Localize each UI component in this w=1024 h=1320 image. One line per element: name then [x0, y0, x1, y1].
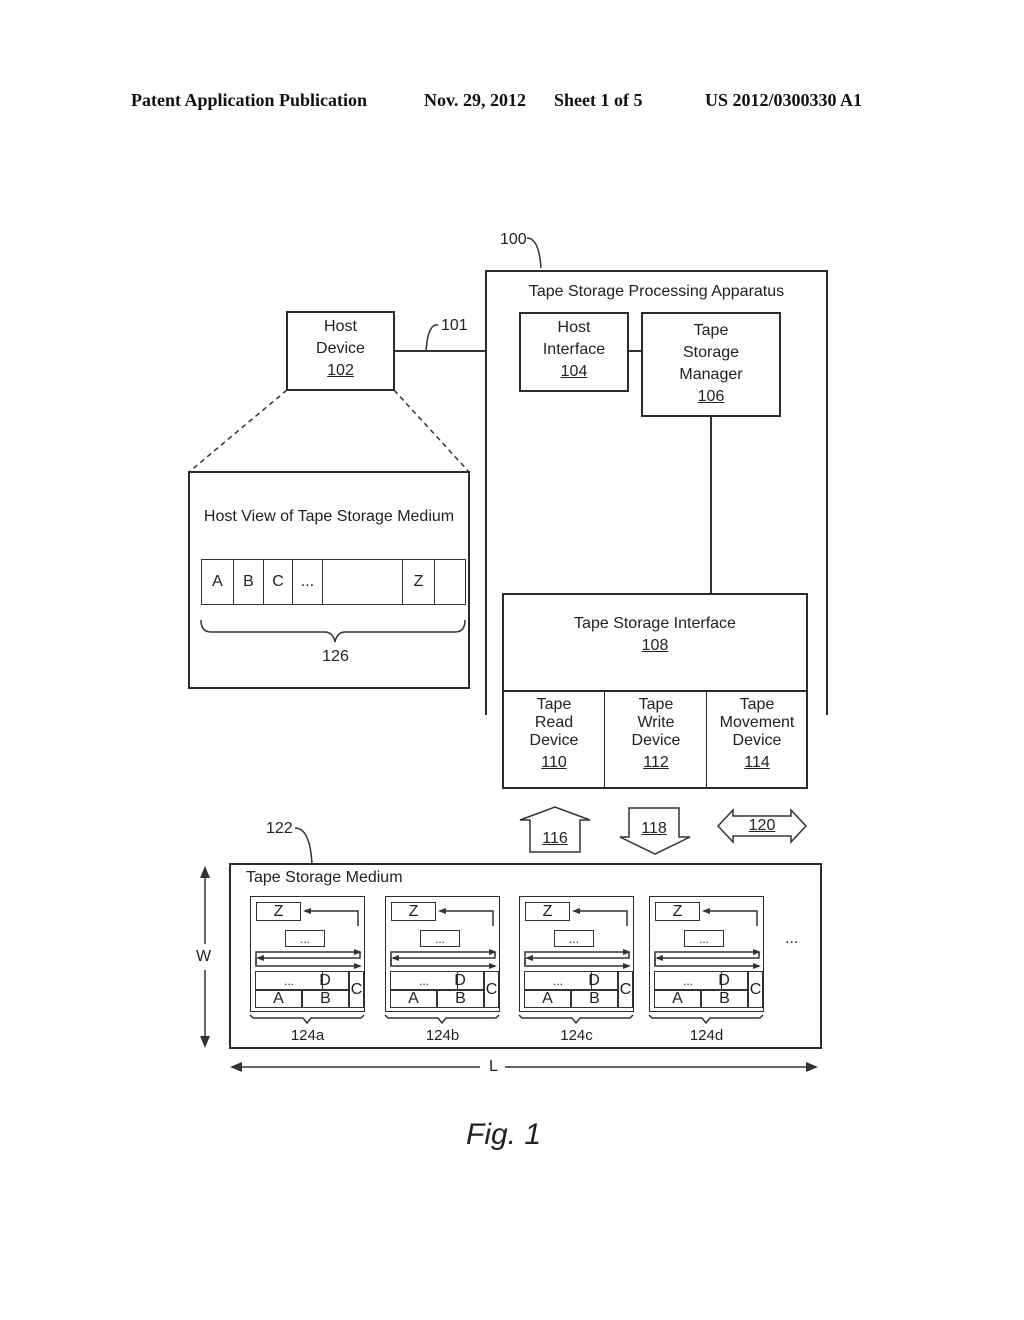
write-line2: Write	[637, 714, 675, 731]
device-divider-1	[604, 690, 605, 789]
write-line3: Device	[631, 732, 681, 749]
tsm-line2: Storage	[682, 344, 740, 361]
move-line1: Tape	[739, 696, 775, 713]
width-arrowhead-up	[200, 866, 210, 878]
host-view-cell	[434, 559, 466, 605]
ref-100: 100	[500, 231, 527, 248]
host-view-title: Host View of Tape Storage Medium	[203, 508, 455, 525]
tsm-ref: 106	[697, 388, 725, 405]
tape-write-device: Tape Write Device 112	[606, 696, 706, 772]
host-device-line2: Device	[316, 340, 365, 357]
segment-block-b: B	[302, 990, 349, 1008]
ref-120: 120	[748, 817, 776, 834]
segment-block-z: Z	[525, 902, 570, 921]
segment-block-a: A	[390, 990, 437, 1008]
segment-block-c: C	[349, 971, 364, 1008]
segment-block-ellipsis: ...	[420, 930, 460, 947]
tape-movement-device: Tape Movement Device 114	[707, 696, 807, 772]
segment-ref: 124a	[290, 1027, 325, 1044]
tape-storage-manager-label: Tape Storage Manager 106	[641, 320, 781, 408]
leader-122	[294, 827, 313, 865]
length-arrowhead-right	[806, 1062, 818, 1072]
segment-block-b: B	[571, 990, 618, 1008]
tape-storage-medium-title: Tape Storage Medium	[246, 869, 403, 886]
segment-block-z: Z	[391, 902, 436, 921]
move-line3: Device	[732, 732, 782, 749]
host-interface-label: Host Interface 104	[519, 317, 629, 383]
segment-block-c: C	[748, 971, 763, 1008]
tsm-line1: Tape	[693, 322, 729, 339]
segment-ref: 124b	[425, 1027, 460, 1044]
segment-block-a: A	[524, 990, 571, 1008]
zoom-line-left	[188, 389, 288, 473]
ref-101: 101	[441, 317, 468, 334]
apparatus-title: Tape Storage Processing Apparatus	[528, 283, 785, 300]
host-view-cell: C	[263, 559, 293, 605]
segment-block-d: D	[571, 971, 618, 990]
ref-122: 122	[266, 820, 293, 837]
segment-block-c: C	[484, 971, 499, 1008]
move-line2: Movement	[719, 714, 795, 731]
width-label: W	[196, 948, 212, 965]
leader-101	[425, 324, 439, 352]
read-line3: Device	[529, 732, 579, 749]
length-arrowhead-left	[230, 1062, 242, 1072]
more-segments-ellipsis: ...	[785, 930, 799, 947]
write-ref: 112	[643, 754, 669, 771]
width-arrowhead-down	[200, 1036, 210, 1048]
segment-ref: 124d	[689, 1027, 724, 1044]
tsi-ref: 108	[641, 637, 669, 654]
segment-ref: 124c	[560, 1027, 593, 1044]
segment-block-d: D	[302, 971, 349, 990]
host-view-cell	[322, 559, 403, 605]
segment-block-a: A	[255, 990, 302, 1008]
host-view-cell: Z	[402, 559, 435, 605]
segment-block-d: D	[437, 971, 484, 990]
segment-block-ellipsis: ...	[684, 930, 724, 947]
tsi-title: Tape Storage Interface	[574, 615, 736, 632]
segment-block-z: Z	[655, 902, 700, 921]
tape-read-device: Tape Read Device 110	[504, 696, 604, 772]
figure-caption: Fig. 1	[466, 1118, 542, 1151]
host-interface-line1: Host	[557, 319, 591, 336]
tape-storage-interface-label: Tape Storage Interface 108	[502, 613, 808, 657]
ref-116: 116	[542, 830, 568, 847]
segment-block-b: B	[701, 990, 748, 1008]
segment-block-c: C	[618, 971, 633, 1008]
leader-100	[526, 237, 542, 269]
host-view-cell: A	[201, 559, 234, 605]
read-line1: Tape	[536, 696, 572, 713]
move-ref: 114	[744, 754, 770, 771]
host-interface-line2: Interface	[542, 341, 606, 358]
length-label: L	[489, 1058, 498, 1075]
host-view-cell: ...	[292, 559, 323, 605]
zoom-line-right	[393, 389, 470, 473]
segment-block-ellipsis: ...	[285, 930, 325, 947]
interface-divider	[502, 690, 808, 692]
host-interface-ref: 104	[560, 363, 588, 380]
segment-block-ellipsis: ...	[554, 930, 594, 947]
segment-block-d: D	[701, 971, 748, 990]
read-line2: Read	[534, 714, 574, 731]
ref-126: 126	[322, 648, 349, 665]
segment-block-a: A	[654, 990, 701, 1008]
segment-block-z: Z	[256, 902, 301, 921]
host-view-cell: B	[233, 559, 264, 605]
host-device-ref: 102	[327, 362, 354, 379]
host-device-line1: Host	[324, 318, 357, 335]
ref-118: 118	[641, 820, 667, 837]
host-device-label: Host Device 102	[286, 316, 395, 382]
segment-block-b: B	[437, 990, 484, 1008]
tsm-line3: Manager	[679, 366, 743, 383]
read-ref: 110	[541, 754, 567, 771]
write-line1: Tape	[638, 696, 674, 713]
